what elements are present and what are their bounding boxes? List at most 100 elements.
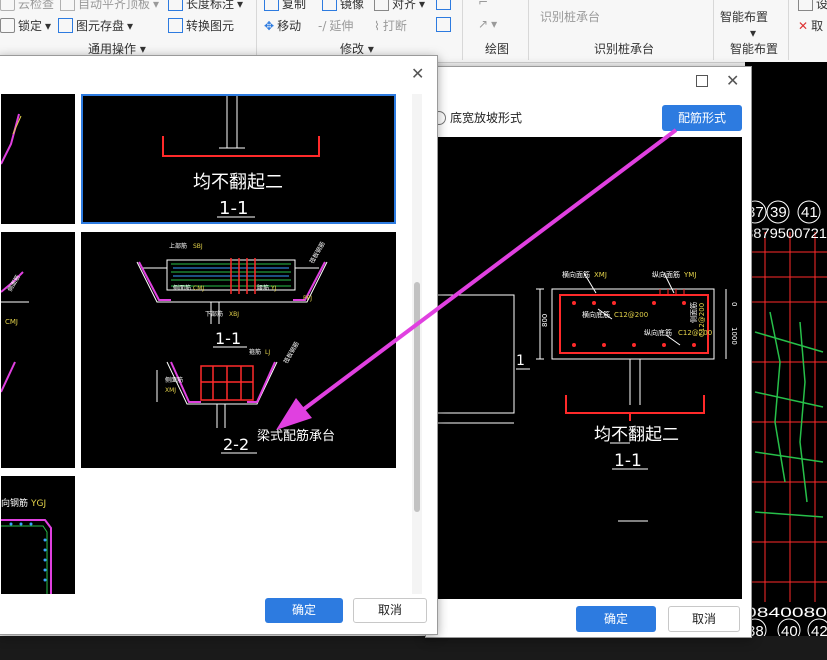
v-top-rebar-label: 纵向面筋: [652, 270, 680, 279]
cut-icon: ✕: [798, 18, 809, 33]
h-top-rebar-code: XMJ: [594, 271, 607, 279]
beam-diag-label: 筏板钢筋: [308, 240, 327, 265]
group-smart: 智能布置: [730, 42, 779, 56]
lock-button[interactable]: 锁定 ▾: [0, 17, 51, 34]
smart-layout-button[interactable]: 智能布置: [720, 8, 768, 25]
tile-code: YGJ: [30, 499, 46, 509]
tile-code: CMJ: [5, 318, 18, 326]
cloud-check-button[interactable]: 云检查: [0, 0, 54, 12]
h-top-rebar-label: 横向面筋: [562, 270, 590, 279]
beam-side2-label: 侧面筋: [165, 376, 183, 384]
arc-icon: ↗: [478, 17, 489, 31]
side-rebar-label: 侧面筋: [689, 302, 698, 323]
scrollbar-track[interactable]: [412, 94, 422, 594]
back-ok-button[interactable]: 确定: [576, 606, 656, 632]
beam-side2-code: XMJ: [165, 387, 176, 394]
beam-waist-code: YJ: [270, 285, 277, 292]
chevron-down-icon: ▾: [491, 17, 498, 31]
group-draw: 绘图: [485, 42, 510, 56]
cad-axis-39: 39: [770, 204, 787, 221]
gallery-tile-selected[interactable]: 均不翻起二 1-1: [81, 94, 396, 224]
draw-point-button[interactable]: ⌐: [478, 0, 488, 9]
smart-layout-dropdown[interactable]: ▾: [750, 26, 756, 40]
gallery-tile[interactable]: 侧面筋 CMJ: [1, 232, 75, 468]
cad-dim-row-bottom: 0840080: [745, 604, 827, 620]
chevron-down-icon: ▾: [127, 18, 134, 33]
maximize-icon[interactable]: [696, 75, 708, 87]
draw-arc-button[interactable]: ↗ ▾: [478, 17, 497, 31]
close-icon[interactable]: ✕: [726, 71, 739, 90]
dim-1000: 1000: [730, 327, 738, 345]
convert-element-button[interactable]: 转换图元: [168, 17, 234, 34]
close-icon[interactable]: ✕: [411, 64, 424, 83]
chevron-down-icon: ▾: [419, 0, 426, 11]
cad-dim-row: 3879500721: [745, 225, 827, 241]
chevron-down-icon: ▾: [153, 0, 160, 11]
section-mark-1: 1: [516, 353, 525, 369]
cad-drawing-area[interactable]: 37 39 41 3879500721 0840080 38 40 42: [745, 62, 827, 660]
gallery-tile[interactable]: [1, 94, 75, 224]
h-bottom-rebar-code: C12@200: [614, 311, 648, 319]
cad-grid: 37 39 41 3879500721 0840080 38 40 42: [745, 200, 827, 642]
back-dialog: ✕ : 底宽放坡形式 配筋形式: [424, 66, 752, 638]
rebar-drawing: 横向面筋 XMJ 纵向面筋 YMJ 横向底筋 C12@200 纵向底筋 C12@…: [434, 137, 742, 599]
save-element-button[interactable]: 图元存盘 ▾: [58, 17, 133, 34]
section-label: 1-1: [614, 451, 642, 471]
beam-cap-caption: 梁式配筋承台: [257, 428, 335, 444]
beam-top-code: SBJ: [193, 243, 203, 250]
dim-800: 800: [541, 314, 549, 327]
tile-label: 侧面筋: [6, 273, 22, 293]
chevron-down-icon: ▾: [237, 0, 244, 11]
auto-align-top-button[interactable]: 自动平齐顶板 ▾: [60, 0, 159, 12]
cad-axis-41: 41: [801, 204, 818, 221]
chevron-down-icon: ▾: [750, 26, 757, 40]
group-recognize: 识别桩承台: [594, 42, 655, 56]
scrollbar-thumb[interactable]: [414, 282, 420, 512]
gallery-tile-beam-cap[interactable]: 上部筋 SBJ 侧面筋 CMJ 腰筋 YJ 下部筋 XBJ PPJ 筏板钢筋 箍…: [81, 232, 396, 468]
mirror-button[interactable]: 镜像: [322, 0, 364, 12]
settings-icon: [798, 0, 813, 11]
move-button[interactable]: ✥ 移动: [264, 17, 301, 34]
copy-icon: [264, 0, 279, 11]
front-ok-button[interactable]: 确定: [265, 598, 343, 623]
offset-icon-button[interactable]: [436, 17, 451, 32]
divider: [256, 0, 257, 60]
front-cancel-button[interactable]: 取消: [353, 598, 427, 623]
extend-button[interactable]: -/延伸: [318, 17, 353, 34]
tile-caption: 均不翻起二: [193, 172, 283, 193]
align-button[interactable]: 对齐 ▾: [374, 0, 425, 12]
length-label-button[interactable]: 长度标注 ▾: [168, 0, 243, 12]
chevron-down-icon: ▾: [45, 18, 52, 33]
tile-section: 1-1: [219, 198, 248, 219]
radio-label: 底宽放坡形式: [450, 111, 523, 125]
break-icon: ⌇: [374, 18, 380, 33]
beam-side-label: 侧面筋: [173, 284, 191, 292]
offset-icon: [436, 17, 451, 32]
cloud-check-icon: [0, 0, 15, 11]
rebar-form-button[interactable]: 配筋形式: [662, 105, 742, 131]
beam-side-code: CMJ: [193, 285, 204, 292]
slope-radio[interactable]: : 底宽放坡形式: [424, 109, 523, 126]
back-cancel-button[interactable]: 取消: [668, 606, 740, 632]
dim-0: 0: [730, 302, 738, 306]
recognize-cap-button[interactable]: 识别桩承台: [540, 8, 600, 25]
beam-right-code: PPJ: [303, 295, 312, 302]
convert-icon: [168, 18, 183, 33]
stirrup-code: LJ: [265, 349, 270, 356]
gallery-tile[interactable]: 向钢筋 YGJ: [1, 476, 75, 594]
tile-label: 向钢筋: [1, 497, 28, 509]
lock-icon: [0, 18, 15, 33]
copy-button[interactable]: 复制: [264, 0, 306, 12]
point-icon: ⌐: [478, 0, 489, 9]
section-1-1: 1-1: [215, 329, 241, 348]
move-icon: ✥: [264, 18, 275, 33]
break-button[interactable]: ⌇ 打断: [374, 17, 407, 34]
v-bottom-rebar-code: C12@200: [678, 329, 712, 337]
save-icon: [58, 18, 73, 33]
h-bottom-rebar-label: 横向底筋: [582, 310, 610, 319]
beam-top-label: 上部筋: [169, 242, 187, 250]
settings-button[interactable]: 设: [798, 0, 827, 12]
edit-icon-button[interactable]: [436, 0, 451, 10]
cut-button[interactable]: ✕ 取: [798, 17, 823, 34]
beam-bottom-code: XBJ: [229, 311, 239, 318]
